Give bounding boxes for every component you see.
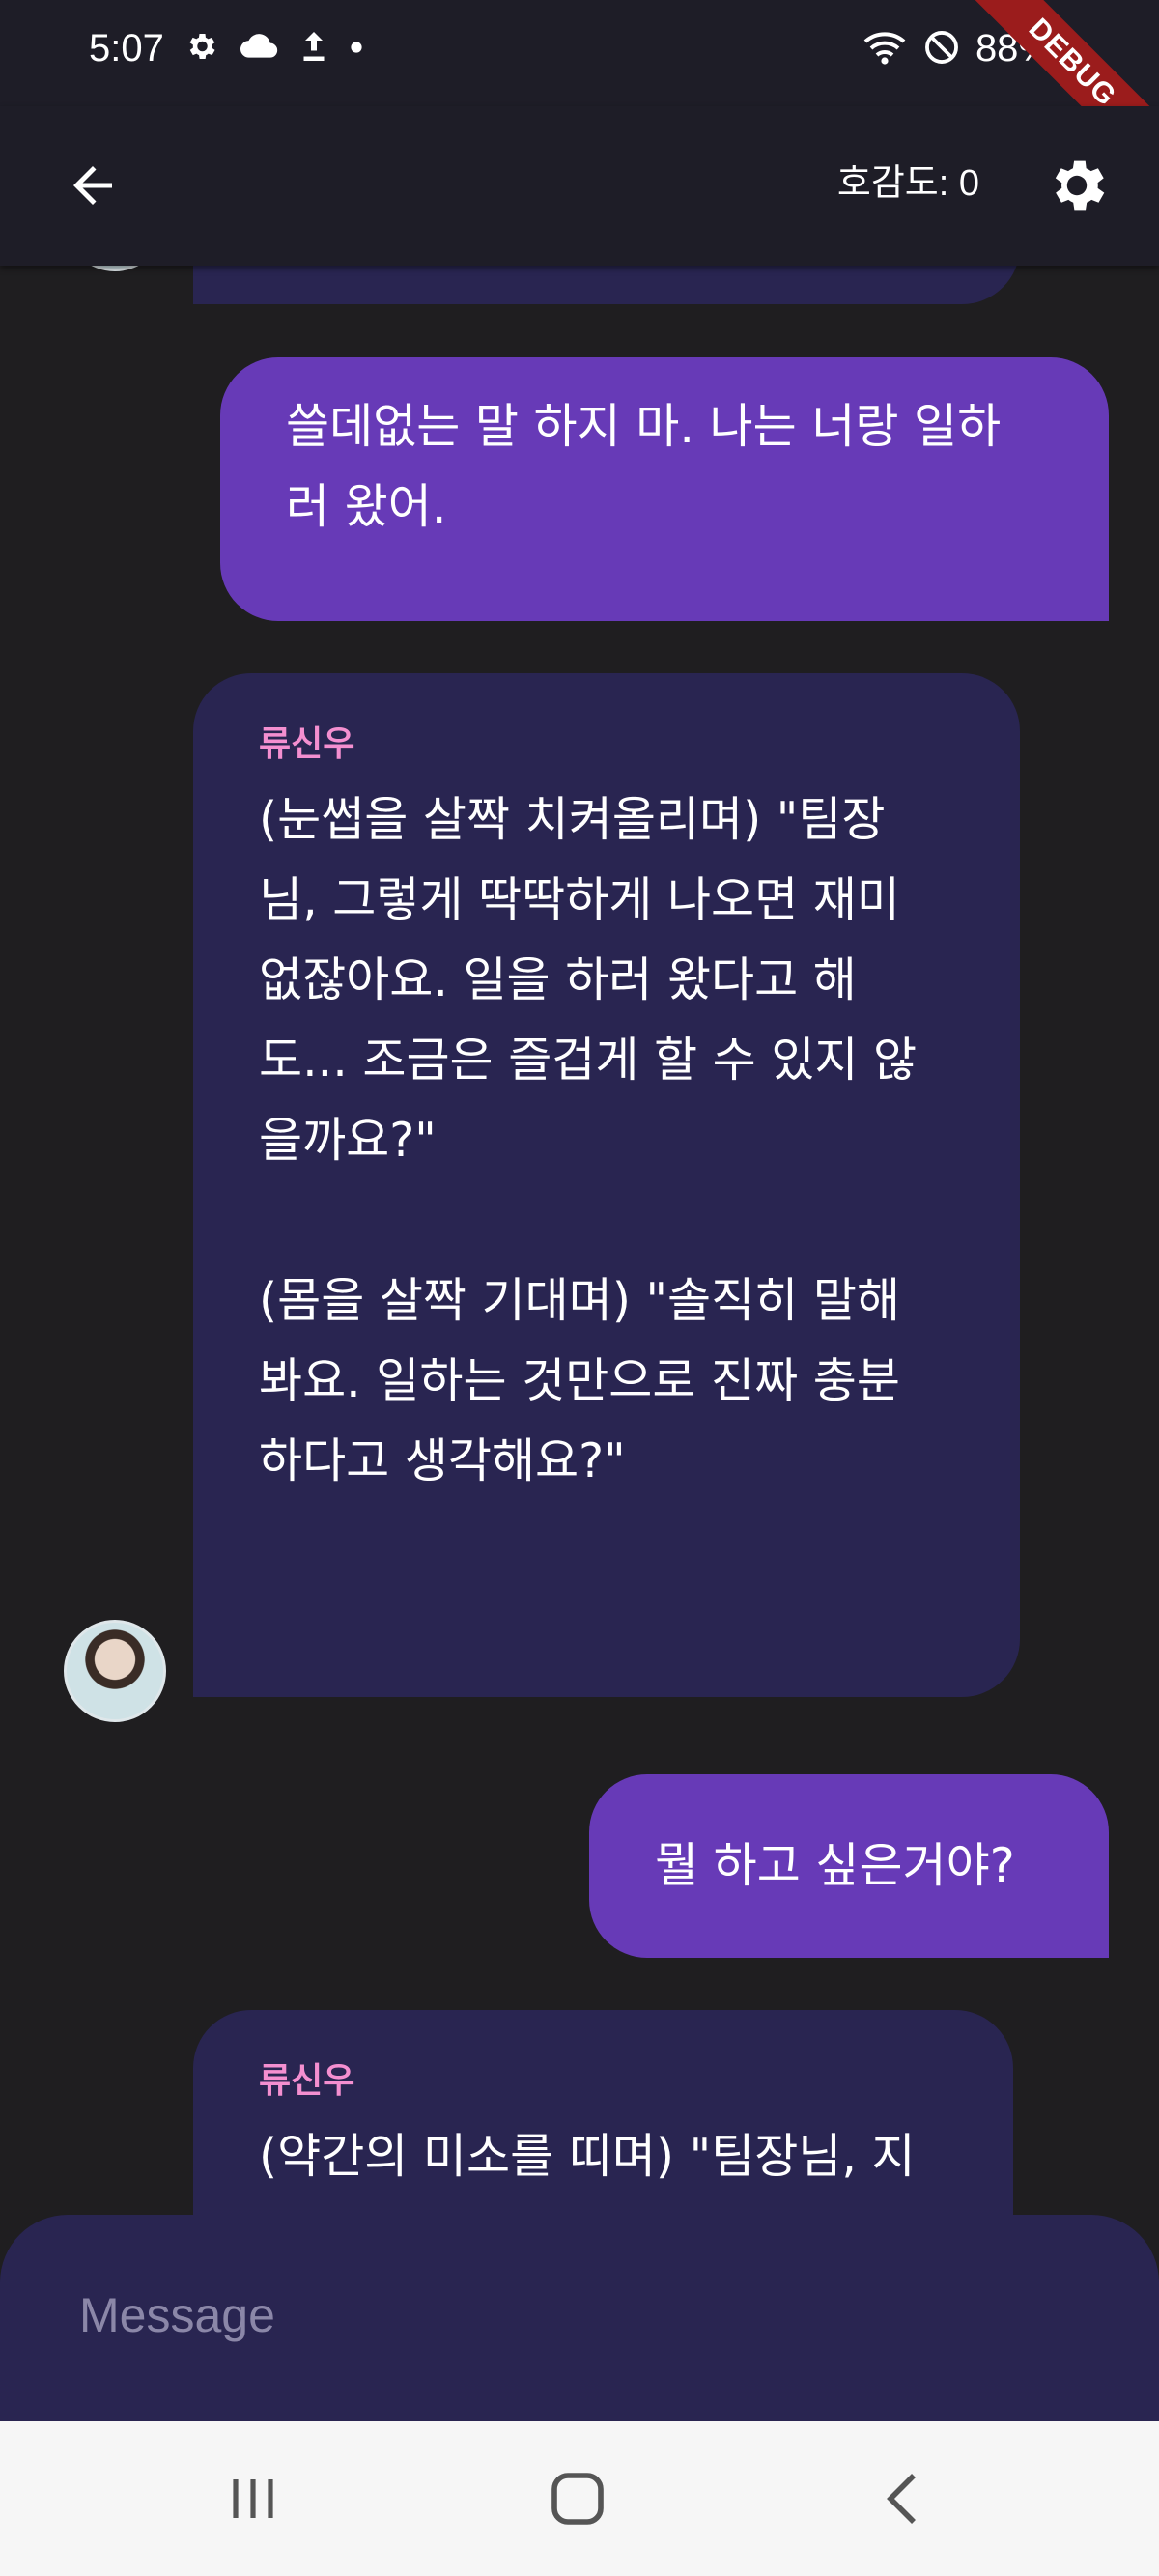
recent-apps-button[interactable] — [195, 2460, 311, 2537]
status-time: 5:07 — [89, 27, 164, 70]
settings-gear-icon — [184, 29, 218, 68]
back-nav-button[interactable] — [844, 2460, 960, 2537]
message-input-area — [0, 2215, 1159, 2421]
cloud-icon — [240, 32, 278, 65]
chat-list[interactable]: 쓸데없는 말 하지 마. 나는 너랑 일하 러 왔어. 류신우 (눈썹을 살짝 … — [0, 266, 1159, 2217]
settings-button[interactable] — [1033, 142, 1120, 229]
app-bar: 호감도: 0 — [0, 106, 1159, 266]
message-text: 뭘 하고 싶은거야? — [655, 1838, 1015, 1893]
back-nav-icon — [887, 2474, 916, 2524]
recent-apps-icon — [233, 2479, 273, 2518]
message-input[interactable] — [77, 2280, 1086, 2350]
affinity-score: 호감도: 0 — [836, 163, 979, 204]
home-icon — [551, 2473, 604, 2525]
home-button[interactable] — [520, 2460, 636, 2537]
upload-icon — [299, 29, 328, 68]
arrow-back-icon — [73, 166, 112, 205]
system-nav-bar — [0, 2421, 1159, 2576]
settings-icon — [1055, 160, 1105, 211]
dot-icon — [350, 40, 363, 58]
status-icons-left — [184, 29, 363, 68]
avatar — [64, 1620, 166, 1722]
user-message-bubble: 쓸데없는 말 하지 마. 나는 너랑 일하 러 왔어. — [220, 357, 1109, 621]
sender-name: 류신우 — [259, 2061, 355, 2101]
avatar — [64, 266, 166, 271]
status-bar: 5:07 88% DEBUG — [0, 0, 1159, 189]
message-text: 쓸데없는 말 하지 마. 나는 너랑 일하 러 왔어. — [286, 399, 1002, 534]
ai-message-bubble: 류신우 (눈썹을 살짝 치켜올리며) "팀장 님, 그렇게 딱딱하게 나오면 재… — [193, 673, 1020, 1697]
back-button[interactable] — [54, 147, 131, 224]
message-text: (약간의 미소를 띠며) "팀장님, 지 — [259, 2129, 916, 2184]
do-not-disturb-icon — [923, 29, 960, 70]
ai-message-bubble: 류신우 (약간의 미소를 띠며) "팀장님, 지 — [193, 2010, 1013, 2217]
message-text: (눈썹을 살짝 치켜올리며) "팀장 님, 그렇게 딱딱하게 나오면 재미 없잖… — [259, 792, 918, 1488]
user-message-bubble: 뭘 하고 싶은거야? — [589, 1774, 1109, 1958]
sender-name: 류신우 — [259, 724, 355, 764]
ai-message-bubble — [193, 266, 1020, 304]
wifi-icon — [862, 28, 908, 71]
